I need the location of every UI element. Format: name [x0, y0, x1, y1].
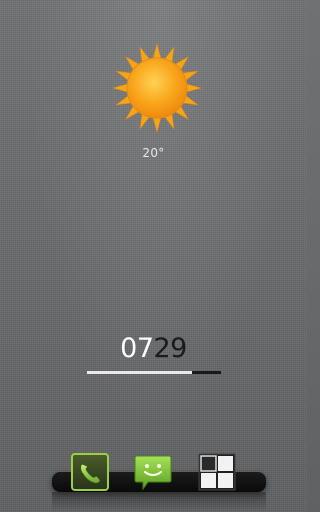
- temperature-label: 20°: [142, 146, 165, 160]
- dock-reflection: [52, 492, 266, 512]
- sun-icon[interactable]: [111, 42, 203, 134]
- app-grid-icon[interactable]: [198, 453, 236, 491]
- seconds-progress-fill: [87, 371, 192, 374]
- sms-icon[interactable]: [134, 454, 172, 492]
- clock-minutes: 29: [153, 333, 188, 364]
- clock-hours: 07: [120, 333, 154, 364]
- phone-icon[interactable]: [71, 453, 109, 491]
- clock-time: 0729: [0, 333, 307, 365]
- seconds-progress-bar: [87, 371, 221, 374]
